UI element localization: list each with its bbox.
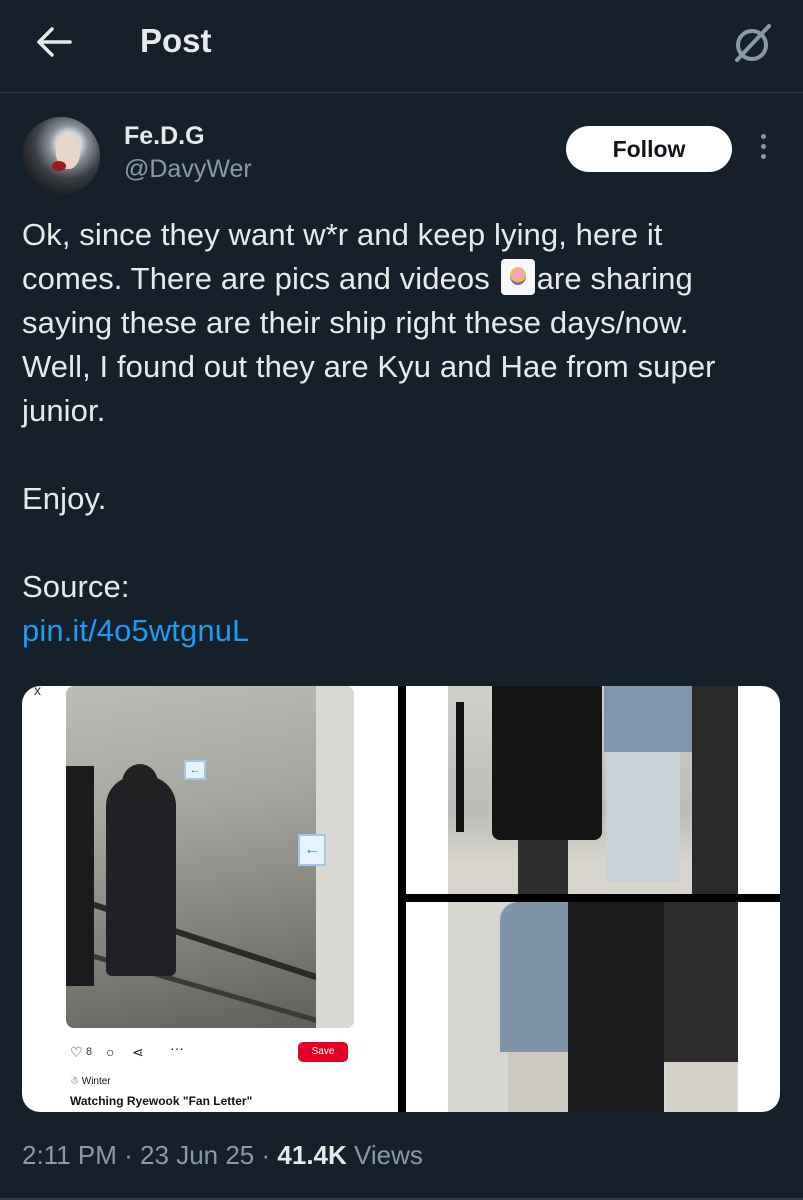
separator: · xyxy=(124,1140,133,1170)
post-line: saying these are their ship right these … xyxy=(22,305,689,340)
arrow-left-icon[interactable] xyxy=(34,24,74,60)
post-line: comes. There are pics and videos are sha… xyxy=(22,257,792,301)
like-count: 8 xyxy=(86,1046,93,1058)
post-line-part: comes. There are pics and videos xyxy=(22,261,490,296)
post-date[interactable]: 23 Jun 25 xyxy=(140,1140,254,1170)
share-icon[interactable]: ⋖ xyxy=(132,1044,144,1061)
top-bar: Post xyxy=(0,0,803,93)
author-handle[interactable]: @DavyWer xyxy=(124,155,252,184)
heart-icon[interactable]: ♡ xyxy=(70,1044,83,1061)
post-text: Ok, since they want w*r and keep lying, … xyxy=(22,213,792,653)
more-options-icon[interactable] xyxy=(754,134,772,164)
source-link[interactable]: pin.it/4o5wtgnuL xyxy=(22,613,249,648)
grok-icon[interactable] xyxy=(729,20,775,66)
post-meta: 2:11 PM · 23 Jun 25 · 41.4K Views xyxy=(22,1140,423,1171)
media-grid: x ← ← ♡ 8 ○ ⋖ ··· Save ☃ Winter Watching… xyxy=(22,686,780,1112)
source-label: Source: xyxy=(22,569,130,604)
video-frame: ← ← xyxy=(66,686,354,1028)
media-image-hug[interactable] xyxy=(406,902,780,1112)
post-line-part: are sharing xyxy=(536,261,693,296)
views-label: Views xyxy=(354,1140,423,1170)
avatar[interactable] xyxy=(22,117,100,195)
more-icon[interactable]: ··· xyxy=(170,1040,184,1056)
enjoy-text: Enjoy. xyxy=(22,481,107,516)
pin-user: ☃ Winter xyxy=(70,1076,111,1087)
pin-caption: Watching Ryewook "Fan Letter" xyxy=(70,1094,253,1108)
views-count: 41.4K xyxy=(277,1140,347,1170)
save-button[interactable]: Save xyxy=(298,1042,348,1062)
post-time: 2:11 PM xyxy=(22,1140,117,1170)
media-image-pinterest-screenshot[interactable]: x ← ← ♡ 8 ○ ⋖ ··· Save ☃ Winter Watching… xyxy=(22,686,398,1112)
post-line: Well, I found out they are Kyu and Hae f… xyxy=(22,349,716,384)
post-line: junior. xyxy=(22,393,106,428)
page-title: Post xyxy=(140,22,212,59)
post-line: Ok, since they want w*r and keep lying, … xyxy=(22,217,663,252)
joker-card-emoji-icon xyxy=(500,259,535,295)
comment-icon[interactable]: ○ xyxy=(106,1044,114,1060)
media-image-group-standing[interactable] xyxy=(406,686,780,894)
author-name[interactable]: Fe.D.G xyxy=(124,122,205,151)
separator: · xyxy=(261,1140,271,1170)
close-icon: x xyxy=(34,686,41,698)
follow-button[interactable]: Follow xyxy=(566,126,732,172)
pin-user-name: Winter xyxy=(81,1076,111,1087)
